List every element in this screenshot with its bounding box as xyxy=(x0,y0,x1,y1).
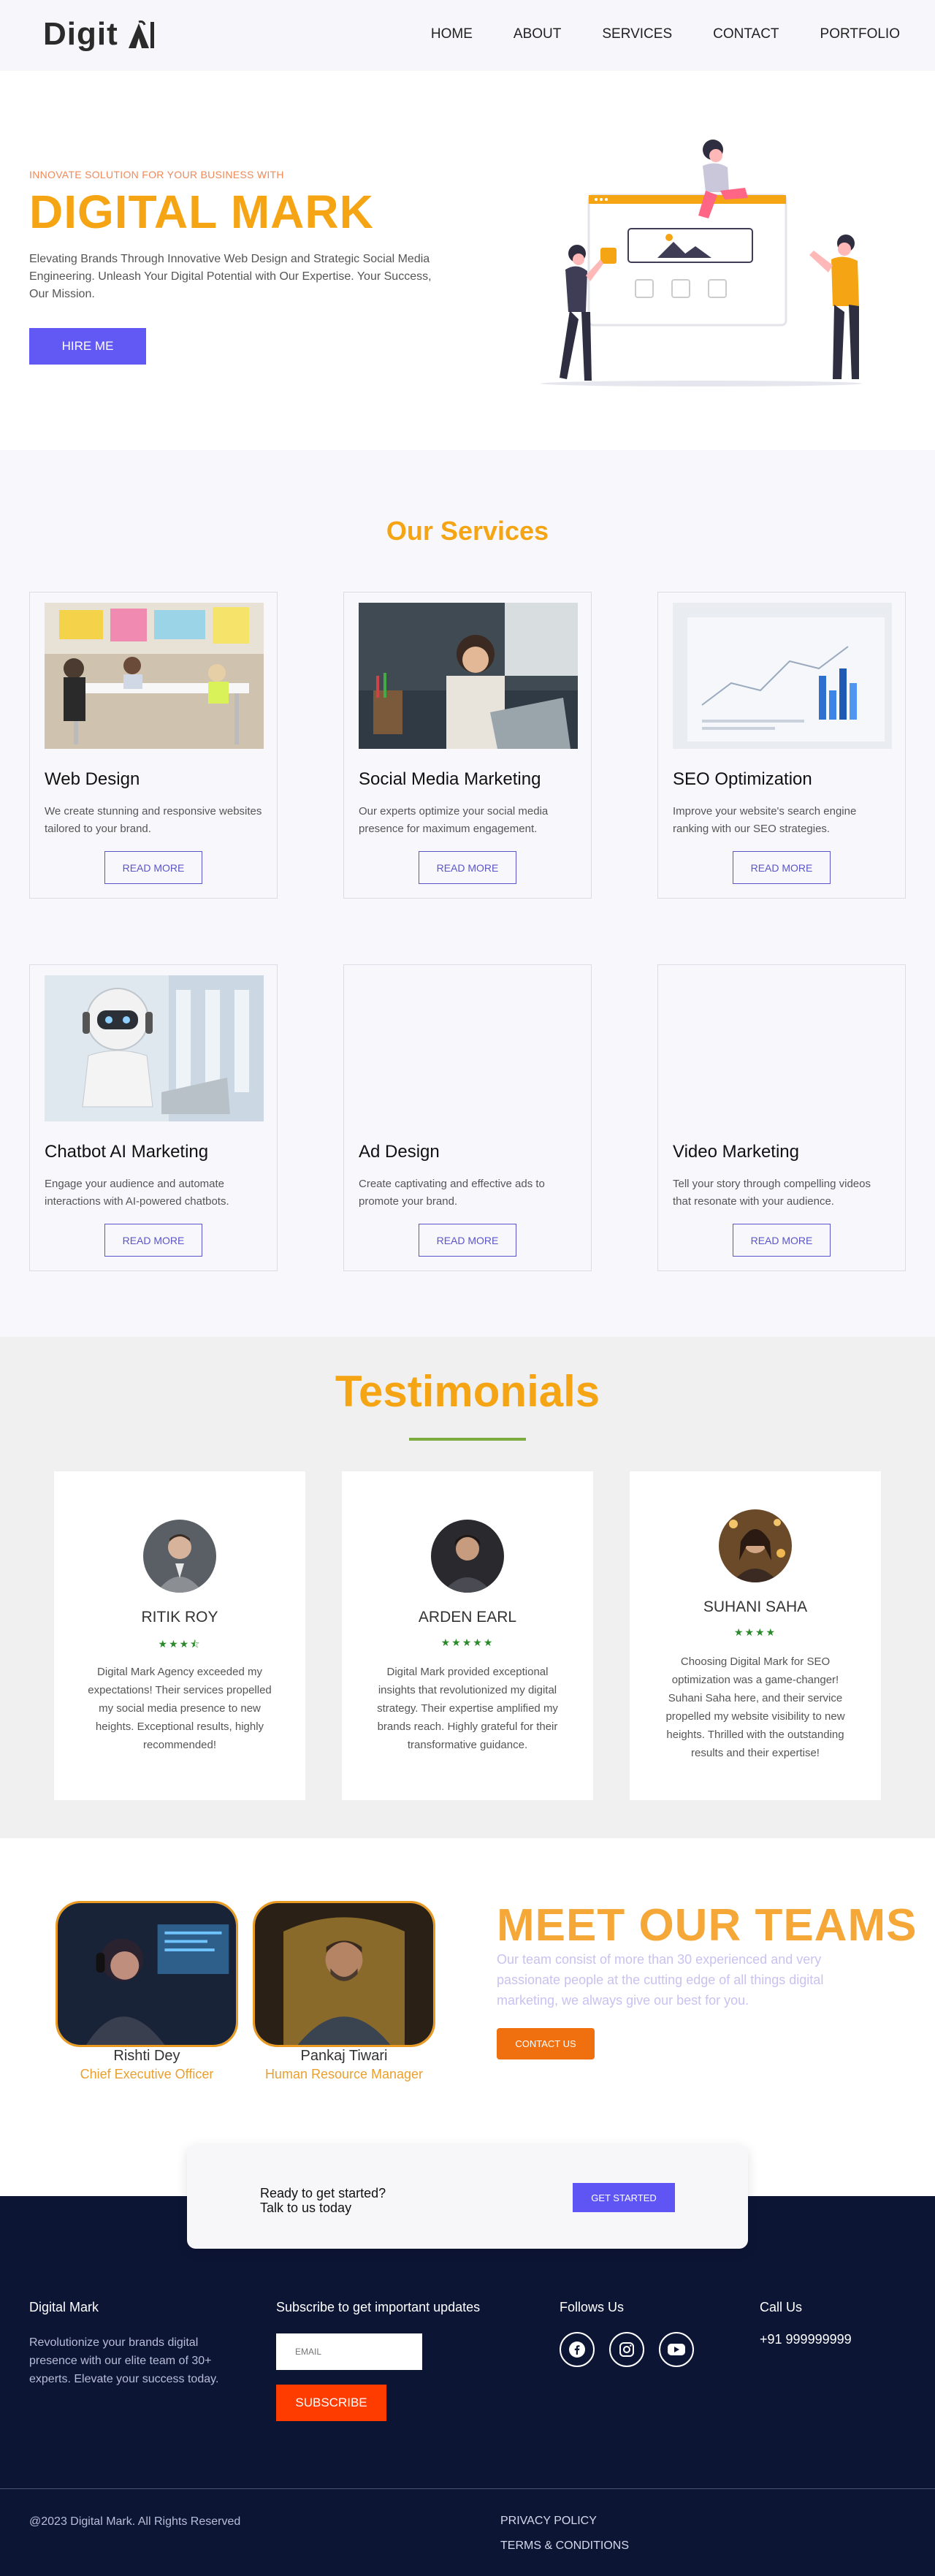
nav-about-link[interactable]: ABOUT xyxy=(514,26,561,42)
copyright-text: @2023 Digital Mark. All Rights Reserved xyxy=(29,2515,241,2528)
email-field[interactable] xyxy=(276,2333,422,2370)
service-title: SEO Optimization xyxy=(673,769,812,789)
contact-us-button[interactable]: CONTACT US xyxy=(497,2028,595,2059)
nav-home-link[interactable]: HOME xyxy=(431,26,473,42)
call-heading: Call Us xyxy=(760,2300,803,2314)
service-card-chatbot: Chatbot AI Marketing Engage your audienc… xyxy=(29,964,278,1271)
privacy-policy-link[interactable]: PRIVACY POLICY xyxy=(500,2515,597,2528)
instagram-icon[interactable] xyxy=(609,2332,644,2367)
testimonial-card: SUHANI SAHA ★★★★ Choosing Digital Mark f… xyxy=(630,1471,881,1800)
service-description: Tell your story through compelling video… xyxy=(673,1178,871,1208)
testimonial-text: Digital Mark provided exceptional insigh… xyxy=(377,1666,558,1751)
service-title: Ad Design xyxy=(359,1142,440,1162)
cta-line-2: Talk to us today xyxy=(260,2200,352,2215)
star-rating: ★★★★★ xyxy=(440,1636,495,1648)
logo-mark-icon xyxy=(128,20,154,48)
testimonial-name: SUHANI SAHA xyxy=(703,1598,808,1615)
read-more-button[interactable]: READ MORE xyxy=(419,1224,516,1257)
service-card-seo: SEO Optimization Improve your website's … xyxy=(657,592,906,899)
get-started-banner: Ready to get started? Talk to us today G… xyxy=(187,2145,748,2249)
hero-illustration xyxy=(541,140,862,386)
subscribe-heading: Subscribe to get important updates xyxy=(276,2300,481,2314)
testimonials-section: Testimonials RITIK ROY ★★★⯪ Digital Mark… xyxy=(0,1337,935,1838)
chatbot-robot-photo xyxy=(45,975,264,1121)
teams-section: Rishti Dey Chief Executive Officer Panka… xyxy=(0,1838,935,2196)
testimonial-name: ARDEN EARL xyxy=(418,1609,517,1626)
nav-portfolio-link[interactable]: PORTFOLIO xyxy=(820,26,900,42)
get-started-button[interactable]: GET STARTED xyxy=(573,2183,675,2212)
logo-text: Digit xyxy=(43,16,118,52)
seo-photo xyxy=(673,603,892,749)
footer-brand: Digital Mark xyxy=(29,2300,99,2314)
top-navbar: Digit HOME ABOUT SERVICES CONTACT PORTFO… xyxy=(0,0,935,71)
phone-number[interactable]: +91 999999999 xyxy=(760,2332,852,2347)
hero-description: Elevating Brands Through Innovative Web … xyxy=(29,253,432,300)
footer: Digital Mark Revolutionize your brands d… xyxy=(0,2196,935,2576)
service-card-social-media: Social Media Marketing Our experts optim… xyxy=(343,592,592,899)
web-design-photo xyxy=(45,603,264,749)
avatar xyxy=(719,1509,792,1582)
service-title: Video Marketing xyxy=(673,1142,799,1162)
member-name: Pankaj Tiwari xyxy=(300,2048,388,2064)
service-card-web-design: Web Design We create stunning and respon… xyxy=(29,592,278,899)
teams-heading: MEET OUR TEAMS xyxy=(497,1900,917,1951)
site-logo[interactable]: Digit xyxy=(43,16,155,53)
hero-section: INNOVATE SOLUTION FOR YOUR BUSINESS WITH… xyxy=(0,71,935,450)
hero-subtitle: INNOVATE SOLUTION FOR YOUR BUSINESS WITH xyxy=(29,169,284,180)
nav-links: HOME ABOUT SERVICES CONTACT PORTFOLIO xyxy=(390,26,900,42)
terms-link[interactable]: TERMS & CONDITIONS xyxy=(500,2539,629,2553)
services-heading: Our Services xyxy=(386,516,549,546)
hire-me-button[interactable]: HIRE ME xyxy=(29,328,146,365)
service-description: Our experts optimize your social media p… xyxy=(359,805,549,835)
nav-services-link[interactable]: SERVICES xyxy=(602,26,672,42)
avatar xyxy=(143,1520,216,1593)
service-card-ad-design: Ad Design Create captivating and effecti… xyxy=(343,964,592,1271)
service-description: Create captivating and effective ads to … xyxy=(359,1178,545,1208)
subscribe-button[interactable]: SUBSCRIBE xyxy=(276,2385,386,2421)
member-photo xyxy=(253,1901,435,2047)
star-rating: ★★★★ xyxy=(733,1626,777,1638)
teams-description: Our team consist of more than 30 experie… xyxy=(497,1952,824,2008)
member-role: Chief Executive Officer xyxy=(80,2067,214,2081)
service-card-video-marketing: Video Marketing Tell your story through … xyxy=(657,964,906,1271)
testimonial-text: Choosing Digital Mark for SEO optimizati… xyxy=(665,1655,845,1759)
footer-divider xyxy=(0,2488,935,2489)
service-description: Improve your website's search engine ran… xyxy=(673,805,857,835)
follow-heading: Follows Us xyxy=(560,2300,625,2314)
service-title: Social Media Marketing xyxy=(359,769,541,789)
read-more-button[interactable]: READ MORE xyxy=(733,851,831,884)
nav-contact-link[interactable]: CONTACT xyxy=(713,26,779,42)
cta-text: Ready to get started? Talk to us today xyxy=(260,2186,386,2215)
testimonial-name: RITIK ROY xyxy=(141,1609,218,1626)
testimonial-card: ARDEN EARL ★★★★★ Digital Mark provided e… xyxy=(342,1471,593,1800)
read-more-button[interactable]: READ MORE xyxy=(104,1224,202,1257)
testimonial-card: RITIK ROY ★★★⯪ Digital Mark Agency excee… xyxy=(54,1471,305,1800)
read-more-button[interactable]: READ MORE xyxy=(104,851,202,884)
cta-line-1: Ready to get started? xyxy=(260,2186,386,2200)
member-name: Rishti Dey xyxy=(113,2048,180,2064)
social-media-photo xyxy=(359,603,578,749)
hero-title: DIGITAL MARK xyxy=(29,186,374,238)
service-description: Engage your audience and automate intera… xyxy=(45,1178,229,1208)
service-description: We create stunning and responsive websit… xyxy=(45,805,262,835)
service-title: Chatbot AI Marketing xyxy=(45,1142,209,1162)
member-role: Human Resource Manager xyxy=(264,2067,424,2081)
testimonials-heading: Testimonials xyxy=(335,1367,600,1416)
read-more-button[interactable]: READ MORE xyxy=(419,851,516,884)
star-rating: ★★★⯪ xyxy=(158,1638,202,1650)
youtube-icon[interactable] xyxy=(659,2332,694,2367)
member-photo xyxy=(56,1901,238,2047)
services-section: Our Services Web Design We create stunni… xyxy=(0,450,935,1337)
facebook-icon[interactable] xyxy=(560,2332,595,2367)
read-more-button[interactable]: READ MORE xyxy=(733,1224,831,1257)
heading-underline xyxy=(409,1438,526,1441)
avatar xyxy=(431,1520,504,1593)
footer-about: Revolutionize your brands digital presen… xyxy=(29,2336,219,2385)
service-title: Web Design xyxy=(45,769,140,789)
testimonial-text: Digital Mark Agency exceeded my expectat… xyxy=(88,1666,272,1751)
